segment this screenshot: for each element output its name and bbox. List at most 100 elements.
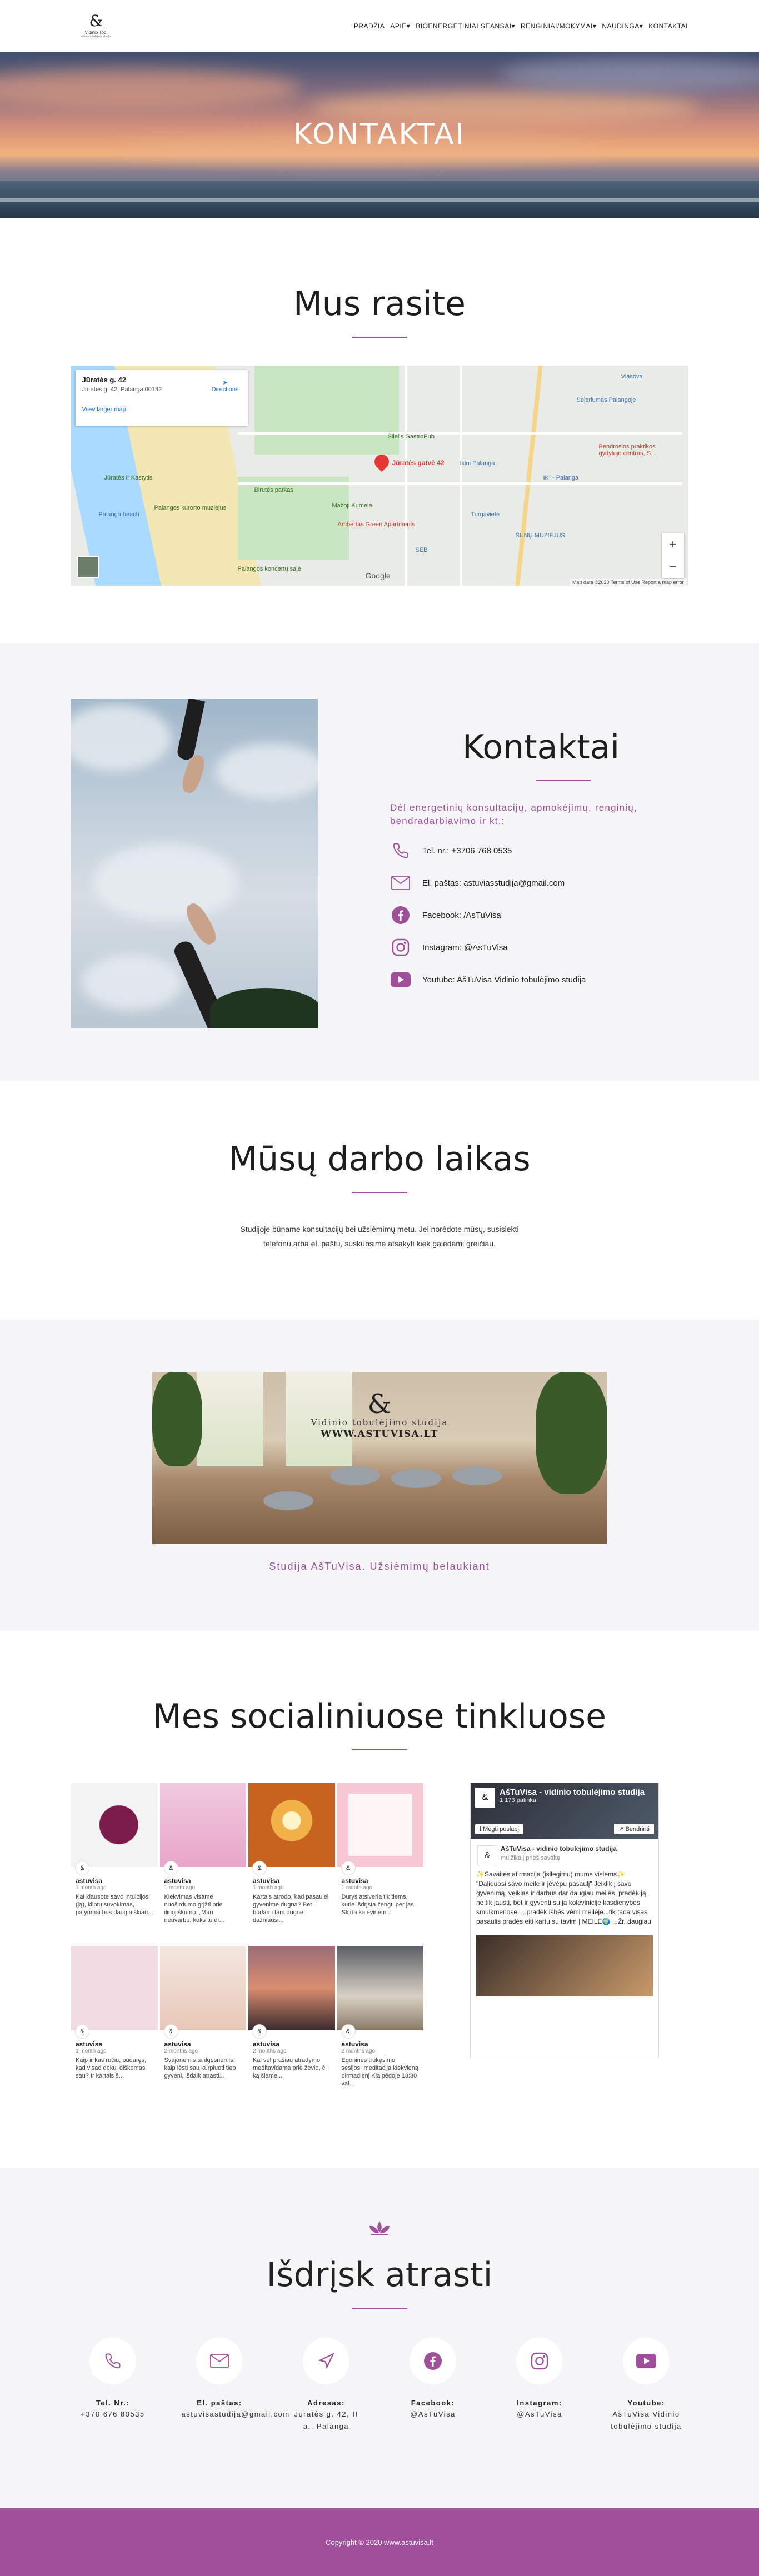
chevron-down-icon: ▾ [511, 22, 515, 30]
fb-share-button[interactable]: ↗ Bendrinti [614, 1824, 654, 1834]
fb-like-button[interactable]: f Mėgti puslapį [475, 1824, 523, 1834]
map-pin-label: Jūratės gatvė 42 [392, 459, 445, 467]
nav-item-apie[interactable]: APIE▾ [390, 22, 410, 30]
nav-item-naudinga[interactable]: NAUDINGA▾ [602, 22, 643, 30]
hero-banner: KONTAKTAI [0, 52, 759, 218]
google-map[interactable]: Jūratės g. 42 Jūratės g. 42, Palanga 001… [71, 366, 688, 586]
avatar: & [341, 1861, 355, 1875]
fb-post-date: mulžikaij prieš savaitę [501, 1855, 560, 1861]
contact-facebook[interactable]: Facebook: /AsTuVisa [390, 906, 688, 925]
contact-photo [71, 699, 318, 1028]
contact-email[interactable]: El. paštas: astuviasstudija@gmail.com [390, 873, 688, 892]
avatar: & [164, 2025, 178, 2038]
contact-instagram[interactable]: Instagram: @AsTuVisa [390, 938, 688, 957]
map-place-label: Mažoji Kumelė [332, 502, 372, 509]
studio-caption: Studija AšTuVisa. Užsiėmimų belaukiant [269, 1561, 490, 1572]
instagram-post[interactable]: & astuvisa 1 month ago Kai klausote savo… [71, 1783, 158, 1944]
contact-email-text: El. paštas: astuviasstudija@gmail.com [422, 878, 565, 888]
contact-facebook-text: Facebook: /AsTuVisa [422, 910, 501, 920]
studio-watermark-text: Vidinio tobulėjimo studija [311, 1417, 448, 1427]
nav-item-bioenergetiniai[interactable]: BIOENERGETINIAI SEANSAI▾ [416, 22, 515, 30]
avatar: & [253, 2025, 266, 2038]
top-nav: & Vidinio Tob. vidinio tobulejimo studij… [0, 0, 759, 52]
fb-followers: 1 173 patinka [500, 1797, 537, 1804]
discover-email[interactable]: El. paštas: astuvisastudija@gmail.com [182, 2338, 289, 2433]
google-logo: Google [365, 571, 391, 580]
divider [352, 1749, 407, 1750]
discover-phone[interactable]: Tel. Nr.: +370 676 80535 [75, 2338, 151, 2433]
location-icon [303, 2338, 349, 2384]
logo[interactable]: & Vidinio Tob. vidinio tobulejimo studij… [71, 13, 121, 39]
map-satellite-toggle[interactable] [76, 556, 99, 578]
mail-icon [196, 2338, 243, 2384]
directions-icon: ➤ [222, 380, 228, 386]
map-zoom-control: + − [661, 533, 684, 578]
contact-instagram-text: Instagram: @AsTuVisa [422, 942, 508, 952]
discover-section: Išdrįsk atrasti Tel. Nr.: +370 676 80535… [0, 2168, 759, 2508]
instagram-post[interactable]: & astuvisa 1 month ago Kaip ir kas ručiu… [71, 1946, 158, 2107]
map-place-label: Šilelis GastroPub [387, 433, 435, 440]
instagram-post[interactable]: & astuvisa 2 months ago Egoninės trukęsi… [337, 1946, 423, 2107]
map-place-label: Ikini Palanga [460, 460, 495, 467]
zoom-in-button[interactable]: + [669, 537, 676, 552]
mail-icon [390, 873, 411, 892]
map-place-label: Jūratės ir Kastytis [104, 475, 153, 481]
zoom-out-button[interactable]: − [669, 560, 676, 574]
logo-title: Vidinio Tob. [84, 30, 108, 35]
contact-youtube-text: Youtube: AšTuVisa Vidinio tobulėjimo stu… [422, 975, 586, 985]
map-place-label: Palangos koncertų salė [237, 566, 301, 572]
divider [352, 2308, 407, 2309]
instagram-post[interactable]: & astuvisa 1 month ago Kiekvimas visame … [159, 1783, 246, 1944]
map-place-label: SEB [415, 547, 428, 553]
contact-info: Kontaktai Dėl energetinių konsultacijų, … [390, 699, 688, 1025]
fb-post-avatar: & [477, 1845, 497, 1865]
logo-subtitle: vidinio tobulejimo studija [81, 35, 112, 38]
fb-post: & AšTuVisa - vidinio tobulėjimo studija … [471, 1839, 658, 1932]
fb-page-name[interactable]: AšTuVisa - vidinio tobulėjimo studija [500, 1788, 654, 1797]
view-larger-map-link[interactable]: View larger map [82, 406, 241, 413]
divider [352, 1192, 407, 1193]
instagram-post[interactable]: & astuvisa 2 months ago Svajonėmis ta il… [159, 1946, 246, 2107]
map-place-label: IKI - Palanga [543, 475, 579, 481]
contact-youtube[interactable]: Youtube: AšTuVisa Vidinio tobulėjimo stu… [390, 970, 688, 989]
discover-youtube[interactable]: Youtube: AšTuVisa Vidinio tobulėjimo stu… [608, 2338, 685, 2433]
copyright-text: Copyright © 2020 www.astuvisa.lt [326, 2538, 433, 2547]
instagram-post[interactable]: & astuvisa 1 month ago Kartais atrodo, k… [248, 1783, 335, 1944]
discover-instagram[interactable]: Instagram: @AsTuVisa [502, 2338, 578, 2433]
discover-address[interactable]: Adresas: Jūratės g. 42, II a., Palanga [288, 2338, 364, 2433]
footer: Copyright © 2020 www.astuvisa.lt [0, 2508, 759, 2576]
nav-item-kontaktai[interactable]: KONTAKTAI [648, 22, 688, 30]
working-hours-section: Mūsų darbo laikas Studijoje būname konsu… [0, 1081, 759, 1320]
page-title: KONTAKTAI [293, 118, 466, 151]
main-menu: PRADŽIA APIE▾ BIOENERGETINIAI SEANSAI▾ R… [354, 22, 688, 30]
fb-post-author[interactable]: AšTuVisa - vidinio tobulėjimo studija [501, 1844, 653, 1854]
nav-item-pradzia[interactable]: PRADŽIA [354, 22, 385, 30]
nav-item-renginiai[interactable]: RENGINIAI/MOKYMAI▾ [521, 22, 596, 30]
social-title: Mes socialiniuose tinkluose [153, 1697, 606, 1736]
map-pin-icon[interactable] [371, 451, 392, 472]
lotus-icon [0, 2220, 759, 2242]
instagram-post[interactable]: & astuvisa 2 months ago Kai vel prašiau … [248, 1946, 335, 2107]
youtube-icon [390, 970, 411, 989]
social-section: Mes socialiniuose tinkluose & astuvisa 1… [0, 1630, 759, 2168]
discover-facebook[interactable]: Facebook: @AsTuVisa [395, 2338, 471, 2433]
fb-post-photo [476, 1935, 653, 1996]
facebook-page-widget[interactable]: & AšTuVisa - vidinio tobulėjimo studija … [470, 1783, 659, 2058]
map-section: Mus rasite Jūratės g. 42 Jūratės g. 42, … [0, 218, 759, 643]
instagram-post[interactable]: & astuvisa 1 month ago Durys atsiveria t… [337, 1783, 423, 1944]
contact-phone-text: Tel. nr.: +3706 768 0535 [422, 846, 512, 856]
contacts-title: Kontaktai [462, 728, 620, 767]
phone-icon [390, 841, 411, 860]
studio-watermark-mark: & [367, 1389, 392, 1420]
share-icon: ↗ [618, 1826, 626, 1833]
map-info-card: Jūratės g. 42 Jūratės g. 42, Palanga 001… [75, 370, 248, 426]
map-place-label: ŠUNŲ MUZIEJUS [515, 532, 565, 539]
contact-phone[interactable]: Tel. nr.: +3706 768 0535 [390, 841, 688, 860]
contacts-lead: Dėl energetinių konsultacijų, apmokėjimų… [390, 802, 637, 826]
map-place-label: Bendrosios praktikos gydytojo centras, S… [598, 443, 656, 457]
map-attribution[interactable]: Map data ©2020 Terms of Use Report a map… [570, 579, 686, 586]
discover-title: Išdrįsk atrasti [266, 2255, 493, 2294]
directions-button[interactable]: ➤ Directions [212, 379, 239, 393]
map-place-label: Turgavietė [471, 511, 500, 518]
studio-watermark-url: WWW.ASTUVISA.LT [321, 1429, 438, 1440]
